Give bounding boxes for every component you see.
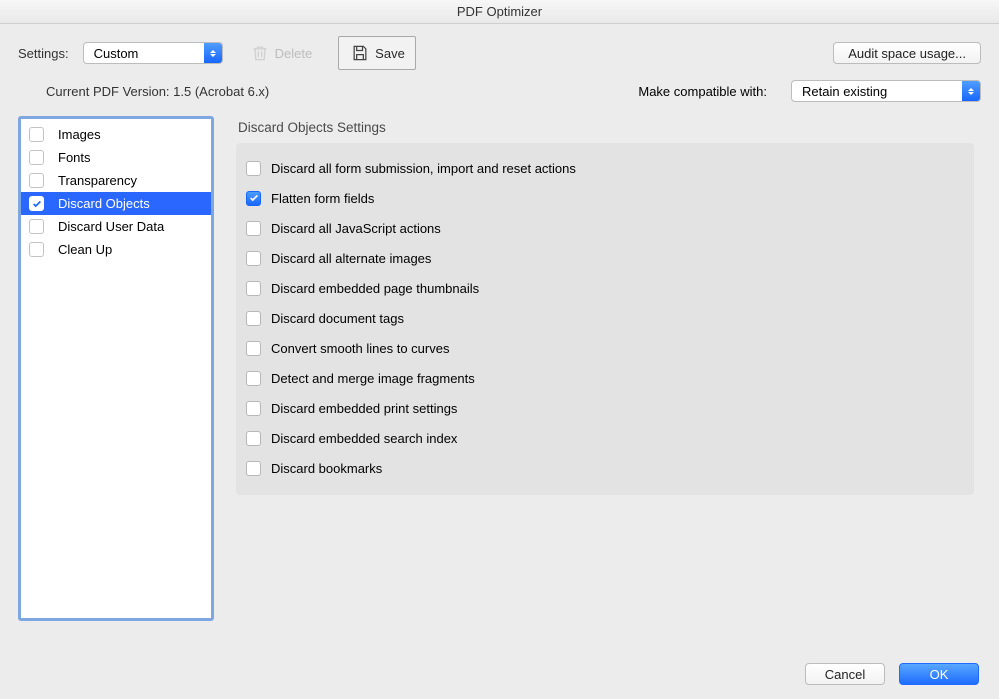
option-row: Discard embedded print settings xyxy=(246,393,958,423)
panel-title: Discard Objects Settings xyxy=(238,120,981,135)
option-label: Discard all form submission, import and … xyxy=(271,161,576,176)
option-row: Detect and merge image fragments xyxy=(246,363,958,393)
cancel-label: Cancel xyxy=(825,667,865,682)
ok-label: OK xyxy=(930,667,949,682)
sidebar-item-discard-objects[interactable]: Discard Objects xyxy=(21,192,211,215)
info-row: Current PDF Version: 1.5 (Acrobat 6.x) M… xyxy=(0,78,999,116)
delete-button: Delete xyxy=(239,36,323,70)
save-button[interactable]: Save xyxy=(338,36,416,70)
option-checkbox[interactable] xyxy=(246,461,261,476)
settings-label: Settings: xyxy=(18,46,69,61)
sidebar-item-images[interactable]: Images xyxy=(21,123,211,146)
sidebar-item-label: Discard User Data xyxy=(58,219,164,234)
window-title: PDF Optimizer xyxy=(0,0,999,24)
chevron-updown-icon xyxy=(962,81,980,101)
category-checkbox[interactable] xyxy=(29,242,44,257)
option-label: Discard embedded page thumbnails xyxy=(271,281,479,296)
option-label: Discard all alternate images xyxy=(271,251,431,266)
option-checkbox[interactable] xyxy=(246,161,261,176)
cancel-button[interactable]: Cancel xyxy=(805,663,885,685)
sidebar-item-fonts[interactable]: Fonts xyxy=(21,146,211,169)
option-row: Convert smooth lines to curves xyxy=(246,333,958,363)
sidebar-item-transparency[interactable]: Transparency xyxy=(21,169,211,192)
toolbar: Settings: Custom Delete Save Audit space… xyxy=(0,24,999,78)
category-checkbox[interactable] xyxy=(29,150,44,165)
compatible-label: Make compatible with: xyxy=(638,84,767,99)
floppy-icon xyxy=(349,42,371,64)
option-checkbox[interactable] xyxy=(246,251,261,266)
sidebar-item-label: Clean Up xyxy=(58,242,112,257)
option-label: Discard all JavaScript actions xyxy=(271,221,441,236)
option-label: Discard bookmarks xyxy=(271,461,382,476)
option-row: Discard bookmarks xyxy=(246,453,958,483)
option-row: Discard embedded page thumbnails xyxy=(246,273,958,303)
option-checkbox[interactable] xyxy=(246,401,261,416)
option-checkbox[interactable] xyxy=(246,431,261,446)
settings-dropdown[interactable]: Custom xyxy=(83,42,223,64)
option-row: Discard document tags xyxy=(246,303,958,333)
category-sidebar: Images Fonts Transparency Discard Objects Di… xyxy=(18,116,214,621)
settings-panel: Discard Objects Settings Discard all for… xyxy=(236,116,981,621)
option-label: Flatten form fields xyxy=(271,191,374,206)
save-label: Save xyxy=(375,46,405,61)
audit-space-usage-button[interactable]: Audit space usage... xyxy=(833,42,981,64)
category-checkbox[interactable] xyxy=(29,173,44,188)
category-checkbox[interactable] xyxy=(29,127,44,142)
option-checkbox[interactable] xyxy=(246,371,261,386)
option-row: Flatten form fields xyxy=(246,183,958,213)
option-row: Discard all JavaScript actions xyxy=(246,213,958,243)
option-checkbox[interactable] xyxy=(246,341,261,356)
compatible-dropdown[interactable]: Retain existing xyxy=(791,80,981,102)
sidebar-item-label: Transparency xyxy=(58,173,137,188)
option-label: Detect and merge image fragments xyxy=(271,371,475,386)
options-group: Discard all form submission, import and … xyxy=(236,143,974,495)
audit-label: Audit space usage... xyxy=(848,46,966,61)
category-checkbox[interactable] xyxy=(29,219,44,234)
option-checkbox[interactable] xyxy=(246,221,261,236)
compatible-value: Retain existing xyxy=(792,84,962,99)
delete-label: Delete xyxy=(275,46,313,61)
sidebar-item-clean-up[interactable]: Clean Up xyxy=(21,238,211,261)
pdf-version-text: Current PDF Version: 1.5 (Acrobat 6.x) xyxy=(46,84,269,99)
ok-button[interactable]: OK xyxy=(899,663,979,685)
option-checkbox[interactable] xyxy=(246,191,261,206)
sidebar-item-label: Images xyxy=(58,127,101,142)
category-checkbox[interactable] xyxy=(29,196,44,211)
option-row: Discard embedded search index xyxy=(246,423,958,453)
dialog-footer: Cancel OK xyxy=(805,663,979,685)
option-row: Discard all alternate images xyxy=(246,243,958,273)
option-label: Discard document tags xyxy=(271,311,404,326)
option-label: Discard embedded print settings xyxy=(271,401,457,416)
trash-icon xyxy=(249,42,271,64)
option-label: Convert smooth lines to curves xyxy=(271,341,449,356)
sidebar-item-label: Discard Objects xyxy=(58,196,150,211)
chevron-updown-icon xyxy=(204,43,222,63)
settings-value: Custom xyxy=(84,46,204,61)
option-checkbox[interactable] xyxy=(246,281,261,296)
option-row: Discard all form submission, import and … xyxy=(246,153,958,183)
option-label: Discard embedded search index xyxy=(271,431,457,446)
sidebar-item-discard-user-data[interactable]: Discard User Data xyxy=(21,215,211,238)
sidebar-item-label: Fonts xyxy=(58,150,91,165)
option-checkbox[interactable] xyxy=(246,311,261,326)
